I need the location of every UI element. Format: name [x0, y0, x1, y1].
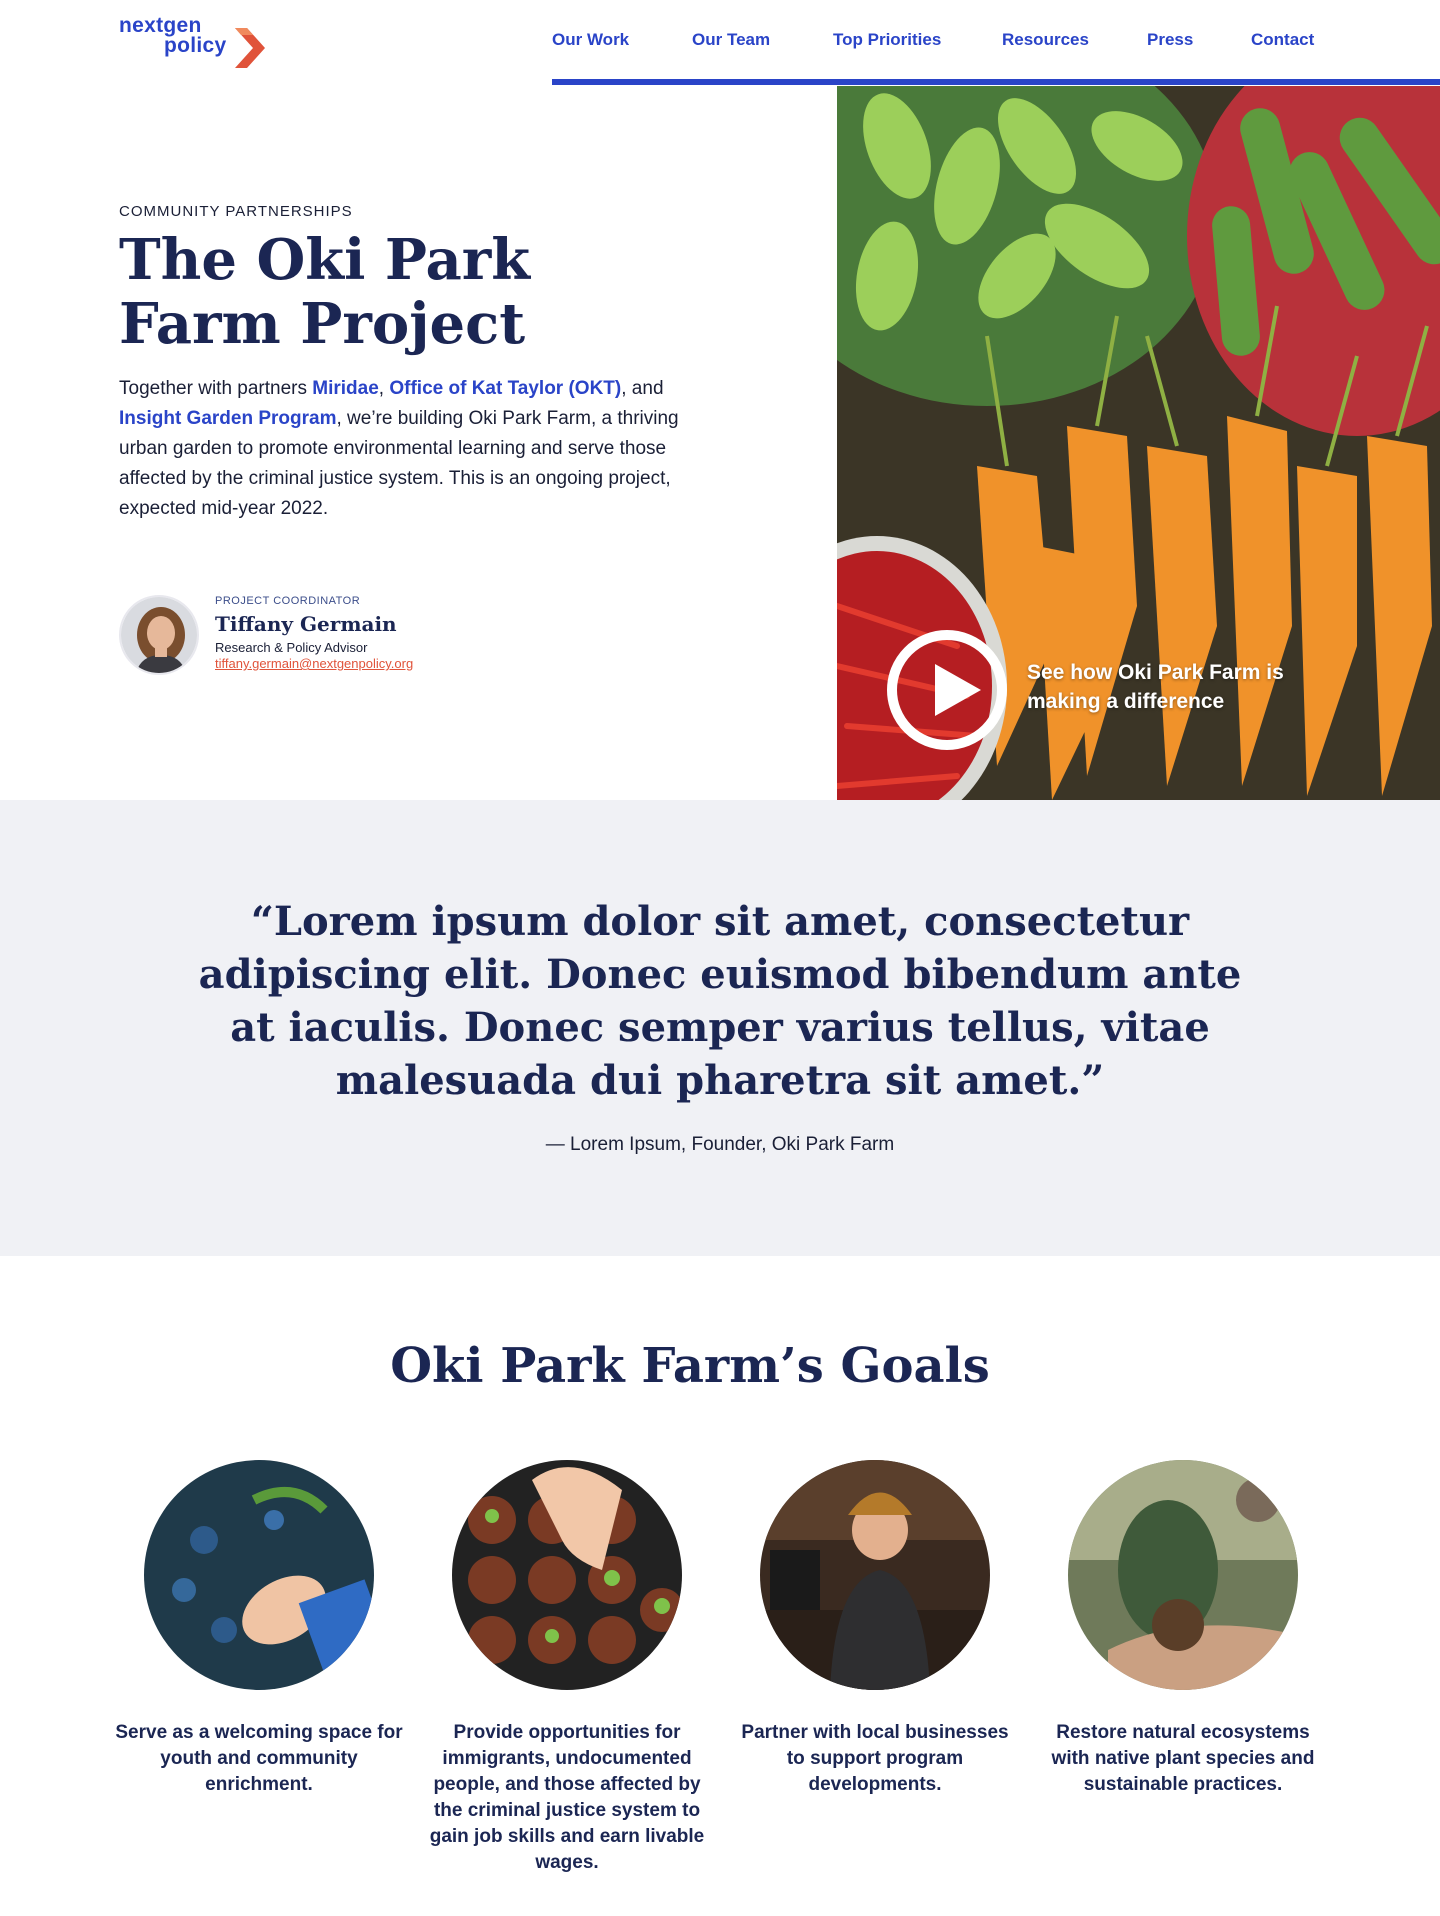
- nav-our-team[interactable]: Our Team: [692, 30, 770, 50]
- goal-image-seedlings: [452, 1460, 682, 1690]
- hero-copy-lead: Together with partners: [119, 378, 313, 399]
- testimonial-section: “Lorem ipsum dolor sit amet, consectetur…: [0, 800, 1440, 1256]
- page-title: The Oki Park Farm Project: [119, 227, 531, 357]
- partner-link-miridae[interactable]: Miridae: [312, 378, 379, 399]
- goal-text-2: Provide opportunities for immigrants, un…: [429, 1722, 705, 1873]
- testimonial-attribution: — Lorem Ipsum, Founder, Oki Park Farm: [545, 1134, 895, 1155]
- nav-underline-divider: [552, 79, 1440, 85]
- nav-resources[interactable]: Resources: [1002, 30, 1089, 50]
- coordinator-avatar: [119, 595, 199, 675]
- goal-image-blueberries: [144, 1460, 374, 1690]
- goal-image-barista: [760, 1460, 990, 1690]
- nextgen-policy-logo[interactable]: nextgen policy: [119, 14, 269, 70]
- hero-copy-sep2: , and: [621, 378, 664, 399]
- nav-top-priorities[interactable]: Top Priorities: [833, 30, 941, 50]
- goal-image-native-plants: [1068, 1460, 1298, 1690]
- coordinator-email-link[interactable]: tiffany.germain@nextgenpolicy.org: [215, 656, 413, 671]
- site-header: nextgen policy Our Work Our Team Top Pri…: [0, 0, 1440, 86]
- goal-text-3: Partner with local businesses to support…: [741, 1722, 1009, 1795]
- seedlings-tray-photo: [452, 1460, 682, 1690]
- nav-contact[interactable]: Contact: [1251, 30, 1314, 50]
- logo-text-line2: policy: [164, 34, 227, 57]
- logo-chevron-icon: [235, 28, 265, 68]
- partner-link-insight-garden[interactable]: Insight Garden Program: [119, 408, 336, 429]
- goal-text-1: Serve as a welcoming space for youth and…: [115, 1722, 403, 1795]
- hero-video-thumbnail[interactable]: See how Oki Park Farm is making a differ…: [837, 86, 1440, 800]
- hero-eyebrow: COMMUNITY PARTNERSHIPS: [119, 203, 353, 220]
- main-nav: Our Work Our Team Top Priorities Resourc…: [552, 0, 1440, 86]
- video-caption: See how Oki Park Farm is making a differ…: [1027, 661, 1284, 713]
- hero-description: Together with partners Miridae, Office o…: [119, 374, 699, 524]
- coordinator-name: Tiffany Germain: [215, 612, 397, 636]
- nav-press[interactable]: Press: [1147, 30, 1193, 50]
- coordinator-label: PROJECT COORDINATOR: [215, 595, 361, 607]
- testimonial-quote: “Lorem ipsum dolor sit amet, consectetur…: [198, 898, 1242, 1104]
- partner-link-okt[interactable]: Office of Kat Taylor (OKT): [389, 378, 621, 399]
- native-plant-photo: [1068, 1460, 1298, 1690]
- hero-copy-sep1: ,: [378, 378, 390, 399]
- local-business-photo: [760, 1460, 990, 1690]
- avatar-portrait-image: [121, 597, 197, 673]
- coordinator-role: Research & Policy Advisor: [215, 640, 368, 655]
- goals-heading: Oki Park Farm’s Goals: [390, 1338, 990, 1394]
- nav-our-work[interactable]: Our Work: [552, 30, 629, 50]
- play-icon[interactable]: [887, 630, 1007, 750]
- goal-text-4: Restore natural ecosystems with native p…: [1051, 1722, 1315, 1795]
- project-coordinator-card: PROJECT COORDINATOR Tiffany Germain Rese…: [119, 595, 619, 677]
- blueberry-picking-photo: [144, 1460, 374, 1690]
